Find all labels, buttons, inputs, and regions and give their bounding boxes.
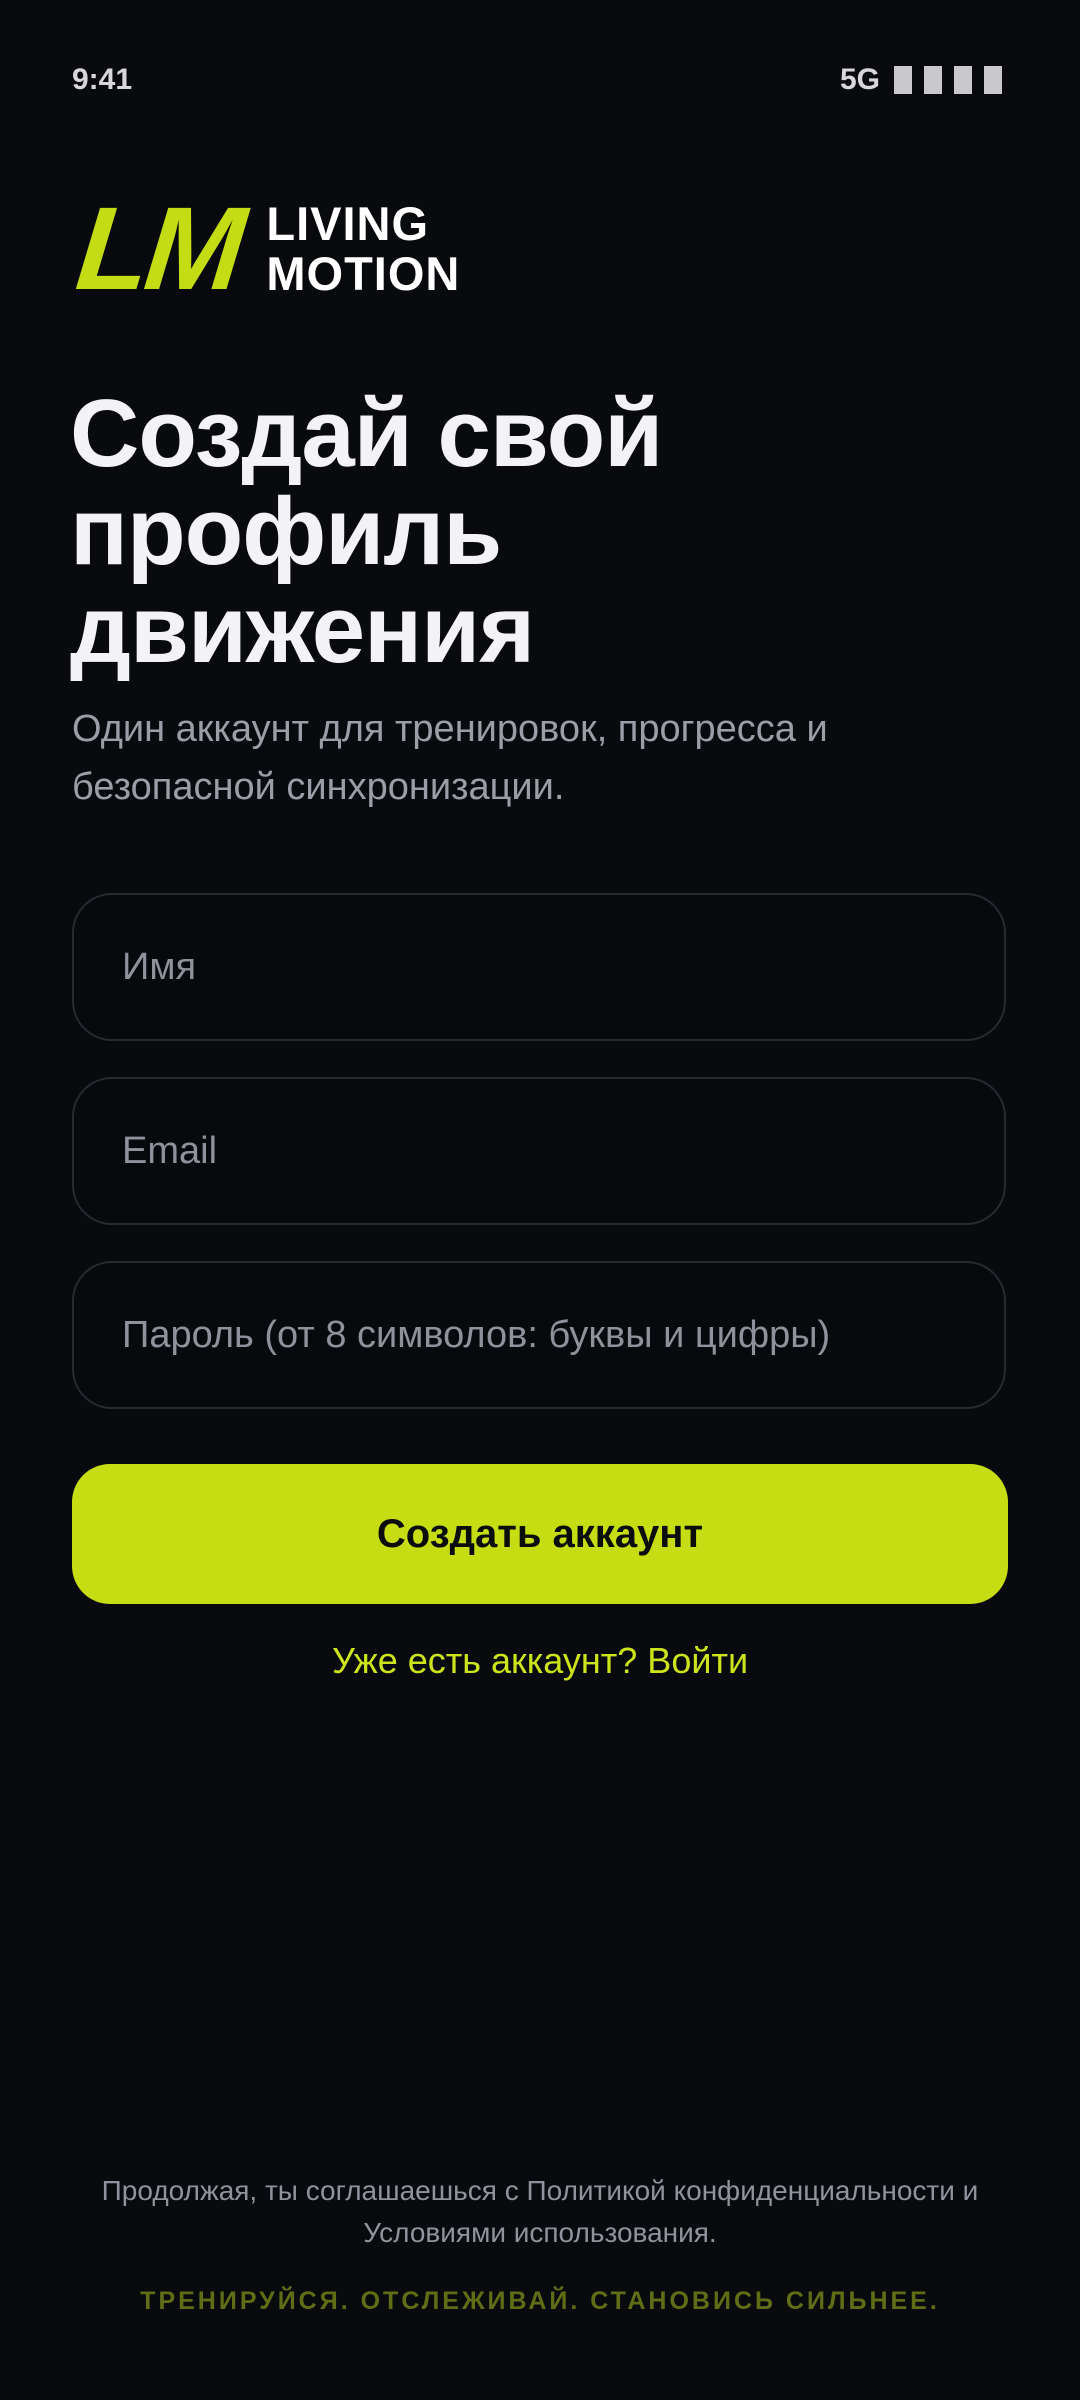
legal-notice: Продолжая, ты соглашаешься с Политикой к… — [80, 2170, 1000, 2254]
logo-mark: LM — [71, 183, 248, 315]
brand-logo: LM LIVING MOTION — [71, 183, 460, 315]
email-field[interactable] — [72, 1077, 1006, 1225]
signal-bar — [894, 66, 912, 94]
subtitle-line-2: безопасной синхронизации. — [72, 766, 565, 808]
login-link[interactable]: Уже есть аккаунт? Войти — [0, 1640, 1080, 1682]
logo-line-2: MOTION — [266, 247, 461, 300]
brand-tagline: ТРЕНИРУЙСЯ. ОТСЛЕЖИВАЙ. СТАНОВИСЬ СИЛЬНЕ… — [140, 2287, 940, 2315]
logo-wordmark: LIVING MOTION — [266, 199, 460, 299]
status-bar: 9:41 5G — [72, 60, 1002, 100]
signal-bar — [984, 66, 1002, 94]
name-field[interactable] — [72, 893, 1006, 1041]
email-input[interactable] — [120, 1128, 1004, 1174]
page-title: Создай свой профиль движения — [70, 385, 970, 679]
title-line-1: Создай свой — [70, 380, 663, 487]
signal-bars-icon — [894, 66, 1002, 94]
network-type: 5G — [839, 63, 880, 96]
legal-line-1: Продолжая, ты соглашаешься с Политикой к… — [101, 2175, 979, 2206]
name-input[interactable] — [120, 944, 1004, 990]
create-account-button[interactable]: Создать аккаунт — [72, 1464, 1008, 1604]
page-subtitle: Один аккаунт для тренировок, прогресса и… — [72, 700, 972, 816]
logo-line-1: LIVING — [266, 197, 430, 250]
legal-line-2: Условиями использования. — [363, 2217, 717, 2248]
status-indicators: 5G — [840, 63, 1002, 97]
password-input[interactable] — [120, 1312, 1004, 1358]
status-time: 9:41 — [72, 63, 133, 96]
title-line-2: профиль — [70, 478, 502, 585]
signal-bar — [954, 66, 972, 94]
signal-bar — [924, 66, 942, 94]
password-field[interactable] — [72, 1261, 1006, 1409]
subtitle-line-1: Один аккаунт для тренировок, прогресса и — [72, 708, 828, 750]
title-line-3: движения — [70, 576, 535, 683]
